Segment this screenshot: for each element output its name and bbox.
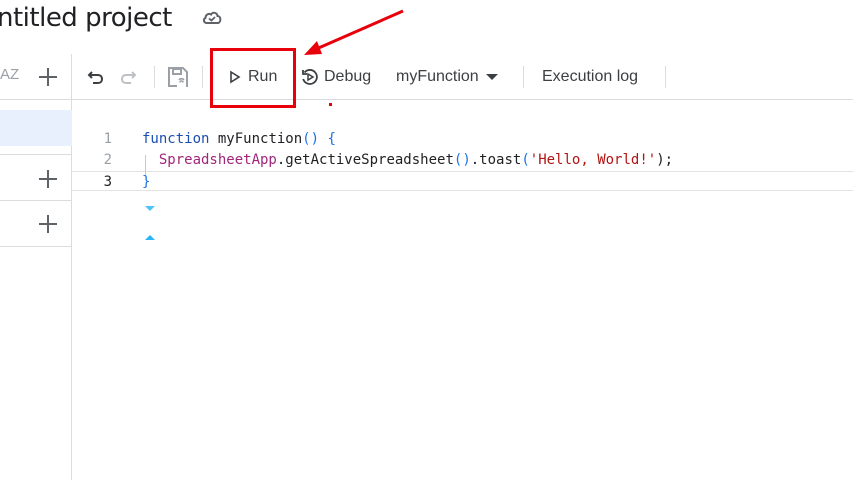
services-section [0, 201, 72, 247]
lightbulb-hint-icon[interactable] [144, 233, 156, 241]
line-number: 2 [103, 152, 112, 168]
toolbar-divider [523, 66, 524, 88]
code-token: ( [521, 152, 530, 168]
debug-icon [302, 69, 318, 85]
code-token: myFunction [217, 131, 303, 147]
add-library-icon[interactable] [36, 167, 60, 191]
execution-log-label: Execution log [542, 68, 639, 85]
title-bar: ntitled project [0, 0, 853, 54]
redo-icon [120, 71, 137, 84]
toolbar-divider [665, 66, 666, 88]
code-text: SpreadsheetApp.getActiveSpreadsheet().to… [142, 150, 673, 170]
code-token: 'Hello, World!' [529, 152, 657, 168]
run-highlight-box [210, 48, 296, 108]
undo-icon [87, 71, 104, 84]
sort-az-icon[interactable]: AZ [0, 66, 19, 83]
files-panel: AZ [0, 54, 72, 480]
caret-down-icon [485, 74, 498, 80]
indent-guide [145, 155, 146, 175]
save-icon [168, 67, 188, 87]
code-text: function myFunction() { [142, 129, 336, 149]
code-token: function [142, 131, 210, 147]
line-number: 3 [103, 174, 112, 190]
execution-log-button[interactable]: Execution log [542, 54, 638, 100]
code-line[interactable]: 3} [72, 171, 853, 191]
toolbar-divider [154, 66, 155, 88]
editor-toolbar: Run Debug myFunction Execution log [72, 54, 853, 100]
code-token: () [453, 152, 471, 168]
undo-button[interactable] [86, 54, 106, 100]
code-token: } [142, 174, 151, 190]
line-number: 1 [103, 131, 112, 147]
annotation-arrow [304, 9, 404, 55]
code-token: () [302, 131, 320, 147]
lightbulb-hint-icon[interactable] [144, 204, 156, 212]
code-line[interactable]: 2 SpreadsheetApp.getActiveSpreadsheet().… [72, 150, 853, 170]
add-file-icon[interactable] [36, 65, 60, 89]
code-token: .toast [470, 152, 522, 168]
project-title[interactable]: ntitled project [0, 1, 172, 35]
code-token: ); [656, 152, 674, 168]
cloud-check-icon[interactable] [201, 8, 223, 26]
code-token: SpreadsheetApp [158, 152, 277, 168]
code-token: { [327, 131, 336, 147]
libraries-section [0, 155, 72, 201]
redo-button[interactable] [118, 54, 138, 100]
toolbar-divider [202, 66, 203, 88]
function-select-value: myFunction [396, 68, 479, 85]
code-line[interactable]: 1 function myFunction() { [72, 129, 853, 149]
code-editor[interactable]: 1 function myFunction() {2 SpreadsheetApp… [72, 100, 853, 480]
code-token: .getActiveSpreadsheet [276, 152, 454, 168]
debug-label: Debug [324, 68, 372, 85]
add-service-icon[interactable] [36, 212, 60, 236]
save-button[interactable] [166, 54, 190, 100]
selected-file-item[interactable] [0, 110, 72, 146]
files-toolbar: AZ [0, 54, 72, 100]
code-text: } [142, 172, 150, 192]
